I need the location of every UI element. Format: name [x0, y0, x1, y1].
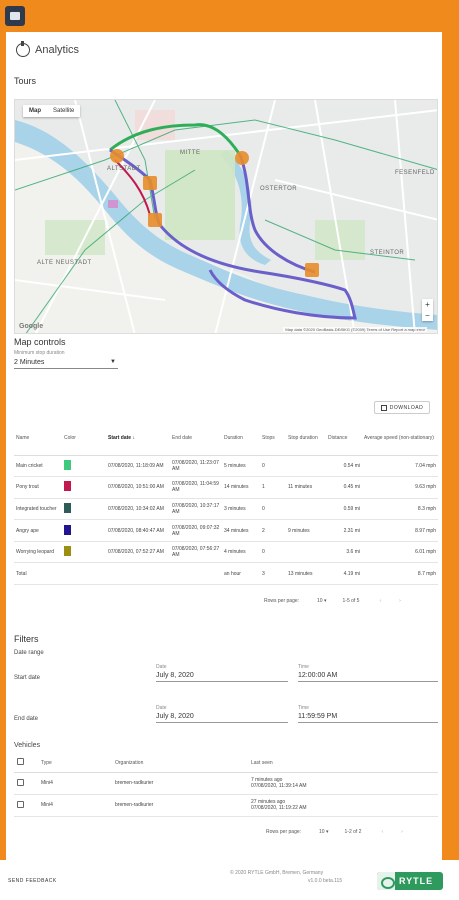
row-checkbox[interactable] [17, 778, 24, 786]
color-swatch [64, 459, 71, 470]
rows-per-page-label: Rows per page: [264, 598, 300, 604]
vehicles-table: Type Organization Last seen Mini4 bremen… [14, 754, 438, 817]
color-swatch [64, 502, 71, 513]
vehicles-title: Vehicles [14, 742, 41, 749]
page-title-text: Analytics [35, 44, 80, 56]
footer: SEND FEEDBACK © 2020 RYTLE GmbH, Bremen,… [0, 860, 459, 900]
send-feedback-link[interactable]: SEND FEEDBACK [8, 878, 57, 884]
column-header[interactable]: End date [170, 422, 222, 456]
table-row[interactable]: Worrying leopard 07/08/2020, 07:52:27 AM… [14, 541, 438, 564]
column-header[interactable]: Stops [260, 422, 286, 456]
rows-per-page-label: Rows per page: [266, 829, 302, 835]
start-time-input[interactable]: 12:00:00 AM [298, 670, 438, 682]
map-label: OSTERTOR [260, 186, 298, 192]
next-page-icon[interactable]: › [401, 829, 403, 835]
column-header[interactable]: Average speed (non-stationary) [362, 422, 438, 456]
table-row[interactable]: Pony trout 07/08/2020, 10:51:00 AM 07/08… [14, 476, 438, 499]
app-window-icon[interactable] [5, 6, 25, 26]
top-bar [0, 0, 459, 32]
rytle-logo-icon [377, 872, 395, 890]
color-swatch [64, 481, 71, 492]
google-logo: Google [19, 323, 44, 330]
tab-map[interactable]: Map [23, 105, 47, 117]
tours-pagination: Rows per page: 10 ▾ 1-5 of 5 ‹ › [264, 598, 401, 604]
column-header: Type [38, 754, 112, 773]
main-panel: Analytics Tours ALTSTADT MITTE OSTERTOR … [6, 32, 446, 860]
color-swatch [64, 524, 71, 535]
select-all-checkbox[interactable] [17, 758, 24, 766]
page-range: 1-2 of 2 [344, 829, 362, 835]
prev-page-icon[interactable]: ‹ [379, 598, 381, 604]
end-time-input[interactable]: 11:59:59 PM [298, 711, 438, 723]
vehicles-pagination: Rows per page: 10 ▾ 1-2 of 2 ‹ › [266, 829, 403, 835]
column-header-sorted[interactable]: Start date ↓ [106, 422, 170, 456]
map-credit[interactable]: Map data ©2020 GeoBasis-DE/BKG (©2009) T… [283, 327, 427, 332]
stop-duration-select[interactable]: 2 Minutes ▼ [14, 356, 118, 369]
end-date-input[interactable]: July 8, 2020 [156, 711, 288, 723]
download-label: DOWNLOAD [389, 404, 424, 411]
stop-duration-value: 2 Minutes [14, 359, 45, 366]
map-label: FESENFELD [395, 170, 435, 176]
date-range-label: Date range [14, 650, 44, 656]
prev-page-icon[interactable]: ‹ [381, 829, 383, 835]
page-title: Analytics [16, 41, 80, 57]
zoom-out-button[interactable]: − [422, 310, 433, 321]
start-date-label: Start date [14, 675, 41, 681]
map-canvas [15, 100, 437, 333]
page-range: 1-5 of 5 [342, 598, 360, 604]
end-date-label: End date [14, 716, 39, 722]
column-header[interactable]: Duration [222, 422, 260, 456]
copyright: © 2020 RYTLE GmbH, Bremen, Germany v1.0.… [230, 870, 343, 884]
row-checkbox[interactable] [17, 800, 24, 808]
table-row[interactable]: Mini4 bremen-radkurier 27 minutes ago 07/… [14, 794, 438, 817]
column-header: Organization [112, 754, 248, 773]
map-label: STEINTOR [370, 250, 405, 256]
tab-satellite[interactable]: Satellite [47, 105, 80, 117]
map-type-tabs: Map Satellite [23, 105, 81, 117]
column-header[interactable]: Name [14, 422, 62, 456]
map-label: MITTE [180, 150, 201, 156]
column-header[interactable]: Stop duration [286, 422, 326, 456]
total-row: Total an hour 3 13 minutes 4.19 mi 8.7 m… [14, 562, 438, 586]
dropdown-arrow-icon: ▼ [110, 359, 116, 365]
map[interactable]: ALTSTADT MITTE OSTERTOR ALTE NEUSTADT ST… [14, 99, 438, 334]
table-row[interactable]: Angry ape 07/08/2020, 08:40:47 AM 07/08/… [14, 519, 438, 542]
filters-title: Filters [14, 634, 39, 644]
column-header: Last seen [248, 754, 438, 773]
map-controls-title: Map controls [14, 337, 66, 347]
table-row[interactable]: Main cricket 07/08/2020, 11:18:09 AM 07/… [14, 455, 438, 478]
rows-per-page-select[interactable]: 10 ▾ [317, 598, 326, 604]
next-page-icon[interactable]: › [399, 598, 401, 604]
tours-table: Name Color Start date ↓ End date Duratio… [14, 422, 438, 586]
map-label: ALTSTADT [107, 166, 141, 172]
map-label: ALTE NEUSTADT [37, 260, 92, 266]
column-header[interactable]: Color [62, 422, 106, 456]
zoom-controls: + − [422, 299, 433, 321]
download-button[interactable]: DOWNLOAD [374, 401, 430, 414]
table-row[interactable]: Mini4 bremen-radkurier 7 minutes ago 07/0… [14, 772, 438, 795]
start-date-input[interactable]: July 8, 2020 [156, 670, 288, 682]
zoom-in-button[interactable]: + [422, 299, 433, 310]
analytics-icon [16, 41, 30, 57]
color-swatch [64, 546, 71, 557]
tours-title: Tours [14, 76, 37, 86]
rows-per-page-select[interactable]: 10 ▾ [319, 829, 328, 835]
table-row[interactable]: Integrated toucher 07/08/2020, 10:34:02 … [14, 498, 438, 521]
column-header[interactable]: Distance [326, 422, 362, 456]
download-icon [380, 404, 387, 411]
rytle-logo: RYTLE [377, 872, 443, 890]
